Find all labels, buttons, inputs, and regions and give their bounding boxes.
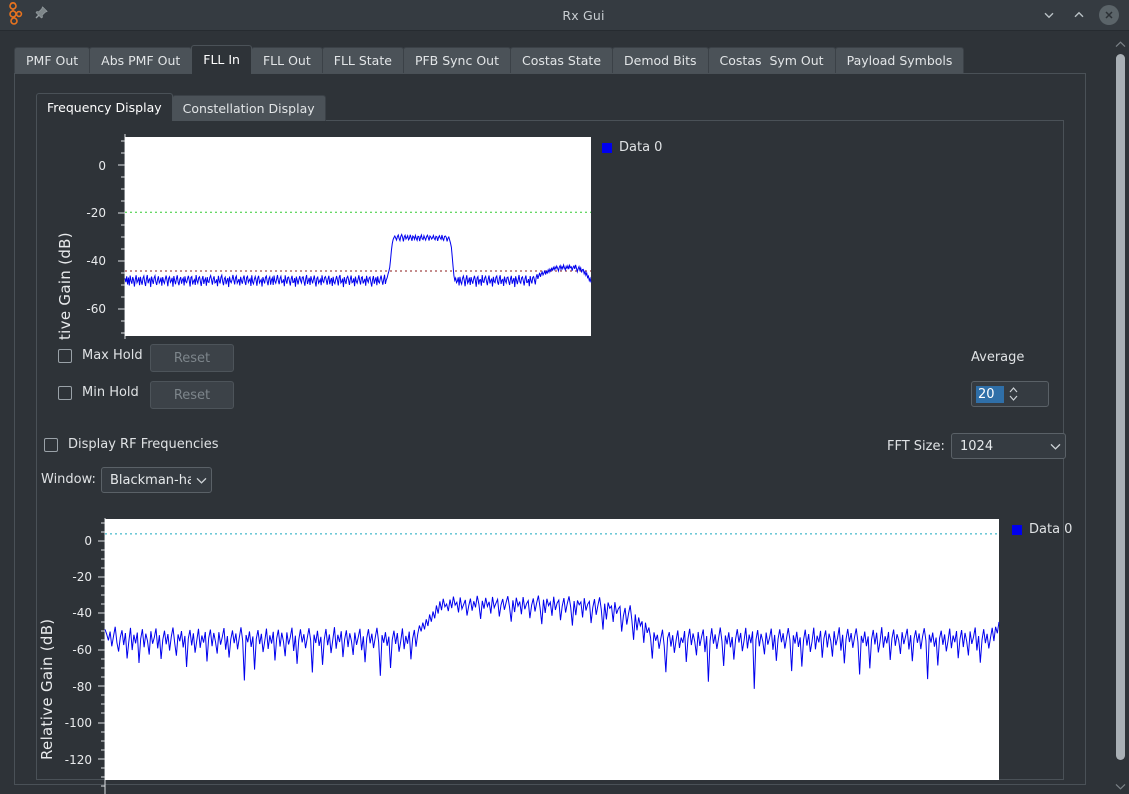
plot-bottom-ytick-100: -100 — [64, 716, 92, 730]
plot-bottom-ytick-80: -80 — [72, 680, 92, 694]
tab-fll-out[interactable]: FLL Out — [250, 47, 323, 74]
plot-top-ytick-60: -60 — [86, 302, 106, 316]
plot-bottom-ytick-40: -40 — [72, 606, 92, 620]
tab-payload-symbols[interactable]: Payload Symbols — [834, 47, 965, 74]
legend-label-data0: Data 0 — [1029, 522, 1073, 537]
plot-bottom-canvas[interactable] — [105, 519, 999, 780]
plot-bottom-ytick-20: -20 — [72, 570, 92, 584]
display-rf-frequencies-checkbox[interactable] — [44, 437, 58, 452]
plot-bottom-y-axis-label: Relative Gain (dB) — [38, 618, 56, 760]
sub-tab-bar: Frequency Display Constellation Display — [36, 93, 326, 121]
vertical-scrollbar[interactable] — [1112, 36, 1129, 794]
plot-top-canvas[interactable] — [125, 137, 591, 336]
average-stepper[interactable] — [1004, 382, 1022, 406]
chevron-down-icon — [191, 477, 211, 484]
plot-top-ytick-20: -20 — [86, 206, 106, 220]
tab-fll-in[interactable]: FLL In — [191, 45, 252, 74]
min-hold-label: Min Hold — [82, 385, 139, 400]
subtab-constellation-display[interactable]: Constellation Display — [171, 95, 326, 121]
window-value: Blackman-harri — [110, 472, 191, 488]
window-label: Window: — [41, 472, 96, 487]
plot-bottom-ytick-120: -120 — [64, 753, 92, 767]
maximize-button[interactable] — [1069, 5, 1089, 25]
tab-costas-state[interactable]: Costas State — [509, 47, 614, 74]
chevron-up-icon — [1115, 40, 1126, 47]
fft-size-select[interactable]: 1024 — [951, 433, 1066, 459]
gnuradio-logo-icon — [8, 2, 25, 28]
scroll-up-button[interactable] — [1112, 36, 1129, 52]
min-hold-row: Min Hold — [58, 385, 139, 400]
close-button[interactable] — [1099, 5, 1119, 25]
tab-costas-sym-out[interactable]: Costas Sym Out — [707, 47, 836, 74]
plot-bottom-legend: Data 0 — [1012, 522, 1072, 537]
min-hold-checkbox[interactable] — [58, 385, 72, 400]
max-hold-reset-button[interactable]: Reset — [150, 344, 234, 372]
display-rf-row: Display RF Frequencies — [44, 437, 219, 452]
max-hold-label: Max Hold — [82, 348, 143, 363]
legend-swatch-data0 — [1012, 524, 1022, 535]
tab-demod-bits[interactable]: Demod Bits — [612, 47, 709, 74]
legend-swatch-data0 — [602, 142, 612, 153]
subtab-frequency-display[interactable]: Frequency Display — [36, 93, 173, 121]
plot-top-y-axis-label: tive Gain (dB) — [56, 232, 74, 340]
plot-top-ytick-40: -40 — [86, 254, 106, 268]
rx-gui-window: Rx Gui PMF Out Abs PMF Out FLL In FLL Ou… — [0, 0, 1129, 794]
close-icon — [1103, 6, 1115, 25]
tab-fll-state[interactable]: FLL State — [321, 47, 404, 74]
minimize-button[interactable] — [1039, 5, 1059, 25]
chevron-down-icon — [1115, 783, 1126, 790]
plot-top-ytick-0: 0 — [98, 159, 106, 173]
min-hold-reset-button[interactable]: Reset — [150, 381, 234, 409]
average-value[interactable]: 20 — [976, 385, 1004, 403]
average-spinbox[interactable]: 20 — [971, 381, 1049, 407]
tab-pfb-sync-out[interactable]: PFB Sync Out — [402, 47, 511, 74]
window-controls — [1039, 5, 1129, 25]
plot-bottom-ytick-0: 0 — [84, 534, 92, 548]
plot-bottom-y-axis-ticks — [98, 518, 106, 794]
plot-bottom-ytick-60: -60 — [72, 643, 92, 657]
fft-size-value: 1024 — [960, 438, 994, 454]
chevron-up-icon — [1072, 8, 1086, 22]
chevron-down-icon — [1042, 8, 1056, 22]
plot-top-y-axis-ticks — [118, 134, 126, 339]
chevron-up-icon — [1009, 387, 1017, 393]
tab-abs-pmf-out[interactable]: Abs PMF Out — [89, 47, 193, 74]
tab-pmf-out[interactable]: PMF Out — [14, 47, 91, 74]
legend-label-data0: Data 0 — [619, 140, 663, 155]
window-select[interactable]: Blackman-harri — [101, 467, 212, 493]
window-title: Rx Gui — [562, 7, 605, 23]
display-rf-frequencies-label: Display RF Frequencies — [68, 437, 219, 452]
pushpin-icon[interactable] — [33, 5, 49, 25]
scroll-down-button[interactable] — [1112, 778, 1129, 794]
chevron-down-icon — [1045, 443, 1065, 450]
scrollbar-thumb[interactable] — [1116, 54, 1125, 760]
fft-size-label: FFT Size: — [887, 439, 945, 454]
max-hold-row: Max Hold — [58, 348, 143, 363]
title-bar: Rx Gui — [0, 0, 1129, 31]
plot-top-legend: Data 0 — [602, 140, 662, 155]
average-label: Average — [971, 350, 1025, 365]
title-bar-left-icons — [0, 2, 128, 28]
main-tab-bar: PMF Out Abs PMF Out FLL In FLL Out FLL S… — [14, 45, 965, 74]
chevron-down-icon — [1009, 395, 1017, 401]
max-hold-checkbox[interactable] — [58, 348, 72, 363]
